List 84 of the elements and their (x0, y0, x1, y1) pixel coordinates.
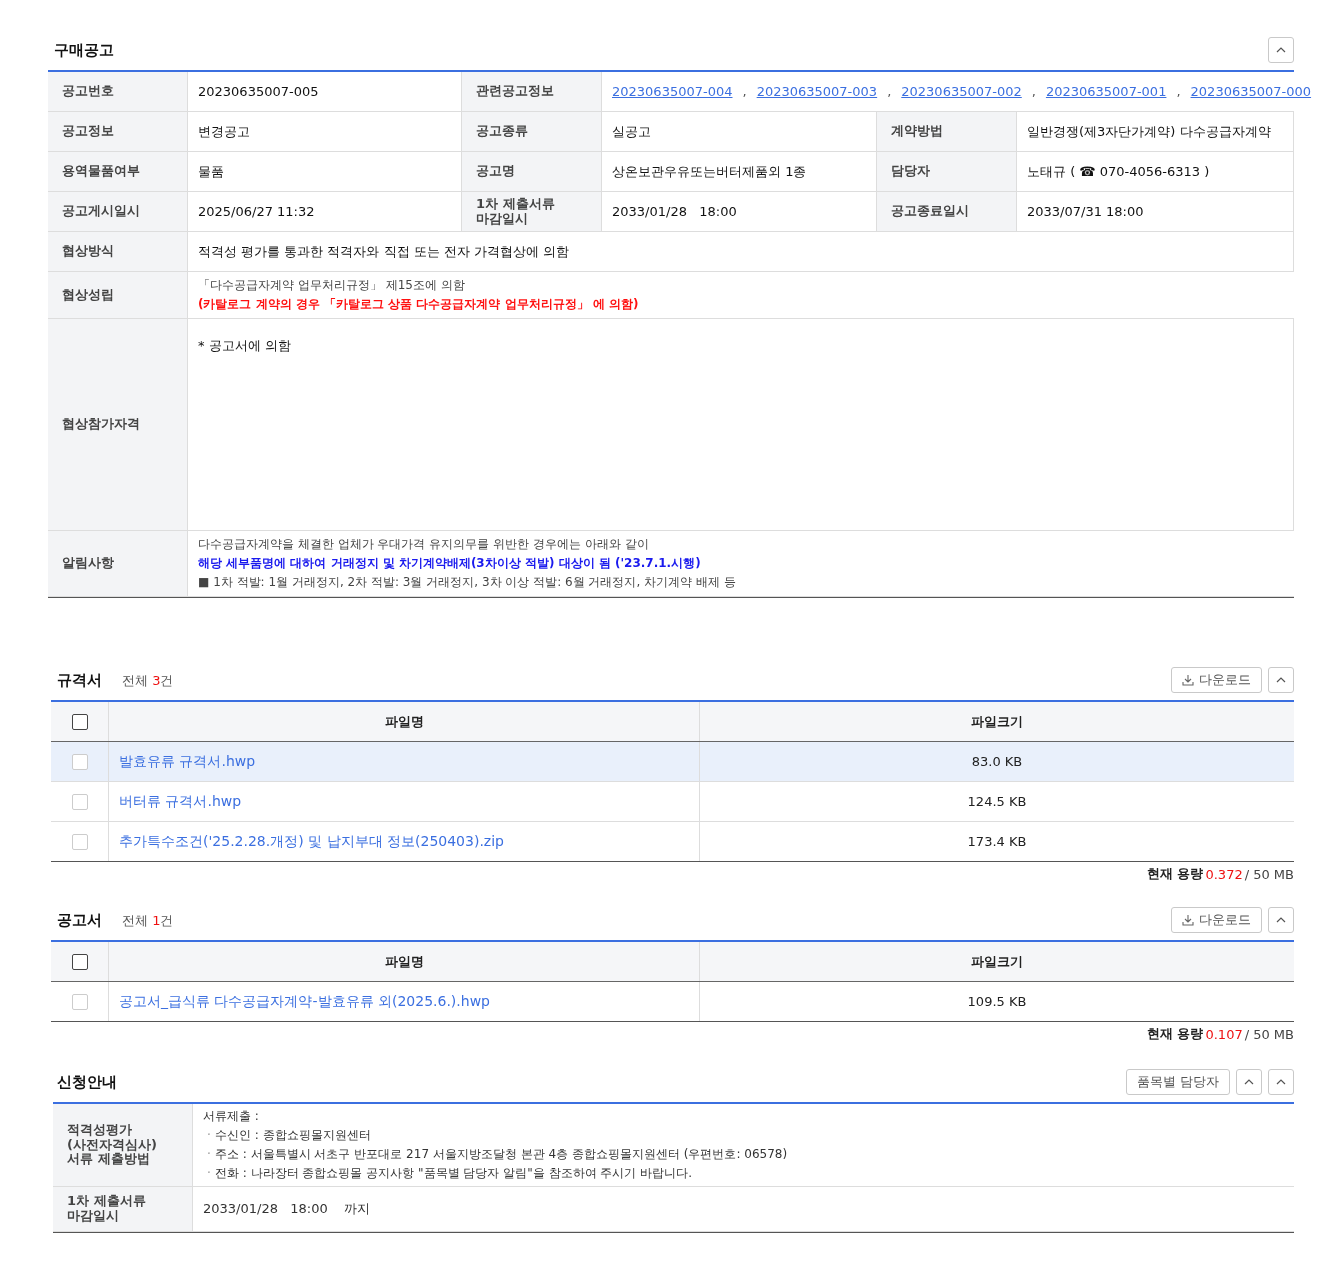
separator: , (1176, 84, 1181, 99)
field-value: * 공고서에 의함 (188, 319, 1294, 531)
info-text: 서류제출 : (203, 1108, 260, 1125)
info-text: ㆍ주소 : 서울특별시 서초구 반포대로 217 서울지방조달청 본관 4층 종합쇼핑몰지원센터 (우편번호: 06578) (203, 1146, 789, 1163)
usage-label: 현재 용량 (1146, 1025, 1204, 1043)
usage-label: 현재 용량 (1146, 865, 1204, 883)
field-label: 공고명 (462, 152, 602, 192)
download-icon (1182, 914, 1194, 926)
file-count: 전체 3건 (122, 673, 174, 688)
notice-link[interactable]: 20230635007-001 (1045, 84, 1167, 99)
notice-link[interactable]: 20230635007-004 (612, 84, 733, 99)
usage-value: 0.372 (1205, 866, 1243, 882)
download-button[interactable]: 다운로드 (1171, 907, 1262, 933)
download-icon (1182, 674, 1194, 686)
separator: , (1031, 84, 1036, 99)
notice-text: 다수공급자계약을 체결한 업체가 우대가격 유지의무를 위반한 경우에는 아래와 같이 (198, 536, 650, 553)
collapse-button[interactable] (1268, 1069, 1294, 1095)
field-label: 알림사항 (48, 531, 188, 597)
field-label: 공고종료일시 (877, 192, 1017, 232)
field-label: 협상성립 (48, 272, 188, 319)
notice-link[interactable]: 20230635007-003 (756, 84, 878, 99)
column-header: 파일크기 (970, 712, 1024, 731)
section-title: 구매공고 (54, 40, 114, 60)
field-label: 협상방식 (48, 232, 188, 272)
field-value: 2033/07/31 18:00 (1017, 192, 1294, 232)
checkbox[interactable] (71, 713, 88, 730)
usage-value: 0.107 (1205, 1026, 1243, 1042)
column-header: 파일크기 (970, 952, 1024, 971)
file-row[interactable]: 발효유류 규격서.hwp 83.0 KB (51, 742, 1294, 782)
contact-button[interactable]: 품목별 담당자 (1125, 1069, 1230, 1095)
field-value: 일반경쟁(제3자단가계약) 다수공급자계약 (1017, 112, 1294, 152)
file-count: 전체 1건 (122, 913, 174, 928)
field-label: 적격성평가 (사전자격심사) 서류 제출방법 (53, 1104, 193, 1187)
caret-up-icon (1276, 47, 1286, 53)
section-title: 공고서 (57, 911, 102, 929)
usage-limit: / 50 MB (1244, 1026, 1294, 1042)
column-header: 파일명 (109, 942, 700, 981)
separator: , (887, 84, 892, 99)
field-value: 적격성 평가를 통과한 적격자와 직접 또는 전자 가격협상에 의함 (188, 232, 1294, 272)
collapse-button[interactable] (1236, 1069, 1262, 1095)
file-link[interactable]: 공고서_급식류 다수공급자계약-발효유류 외(2025.6.).hwp (119, 992, 490, 1011)
field-label: 공고정보 (48, 112, 188, 152)
field-label: 공고종류 (462, 112, 602, 152)
file-size: 173.4 KB (966, 833, 1028, 851)
caret-up-icon (1276, 917, 1286, 923)
collapse-button[interactable] (1268, 37, 1294, 63)
section-title: 규격서 (57, 671, 102, 689)
notice-text: (카탈로그 계약의 경우 「카탈로그 상품 다수공급자계약 업무처리규정」 에 의함) (198, 296, 640, 313)
field-label: 계약방법 (877, 112, 1017, 152)
notice-link[interactable]: 20230635007-000 (1190, 84, 1312, 99)
field-label: 담당자 (877, 152, 1017, 192)
field-label: 관련공고정보 (462, 72, 602, 112)
file-size: 124.5 KB (966, 793, 1028, 811)
file-size: 83.0 KB (970, 753, 1024, 771)
file-row[interactable]: 버터류 규격서.hwp 124.5 KB (51, 782, 1294, 822)
field-label: 용역물품여부 (48, 152, 188, 192)
caret-up-icon (1244, 1079, 1254, 1085)
file-link[interactable]: 버터류 규격서.hwp (119, 792, 242, 811)
file-size: 109.5 KB (966, 993, 1028, 1011)
column-header: 파일명 (109, 702, 700, 741)
field-value: 노태규 ( ☎ 070-4056-6313 ) (1017, 152, 1294, 192)
notice-text: 해당 세부품명에 대하여 거래정지 및 차기계약배제(3차이상 적발) 대상이 됨 ('23.7.1.시행) (198, 555, 702, 572)
info-text: 2033/01/28 18:00 까지 (203, 1200, 372, 1218)
info-text: ㆍ전화 : 나라장터 종합쇼핑몰 공지사항 "품목별 담당자 알림"을 참조하여 주시기 바랍니다. (203, 1165, 694, 1182)
field-label: 협상참가자격 (48, 319, 188, 531)
checkbox[interactable] (71, 953, 88, 970)
field-label: 공고번호 (48, 72, 188, 112)
caret-up-icon (1276, 677, 1286, 683)
notice-text: 「다수공급자계약 업무처리규정」 제15조에 의함 (198, 277, 466, 294)
info-text: ㆍ수신인 : 종합쇼핑몰지원센터 (203, 1127, 372, 1144)
collapse-button[interactable] (1268, 667, 1294, 693)
collapse-button[interactable] (1268, 907, 1294, 933)
section-title: 신청안내 (57, 1072, 117, 1092)
download-button[interactable]: 다운로드 (1171, 667, 1262, 693)
notice-text: ■ 1차 적발: 1월 거래정지, 2차 적발: 3월 거래정지, 3차 이상 적발: 6월 거래정지, 차기계약 배제 등 (198, 574, 737, 591)
field-label: 1차 제출서류 마감일시 (462, 192, 602, 232)
usage-limit: / 50 MB (1244, 866, 1294, 882)
file-link[interactable]: 추가특수조건('25.2.28.개정) 및 납지부대 정보(250403).zip (119, 832, 504, 851)
field-label: 1차 제출서류 마감일시 (53, 1187, 193, 1232)
separator: , (742, 84, 747, 99)
file-link[interactable]: 발효유류 규격서.hwp (119, 752, 256, 771)
field-label: 공고게시일시 (48, 192, 188, 232)
caret-up-icon (1276, 1079, 1286, 1085)
notice-link[interactable]: 20230635007-002 (901, 84, 1022, 99)
